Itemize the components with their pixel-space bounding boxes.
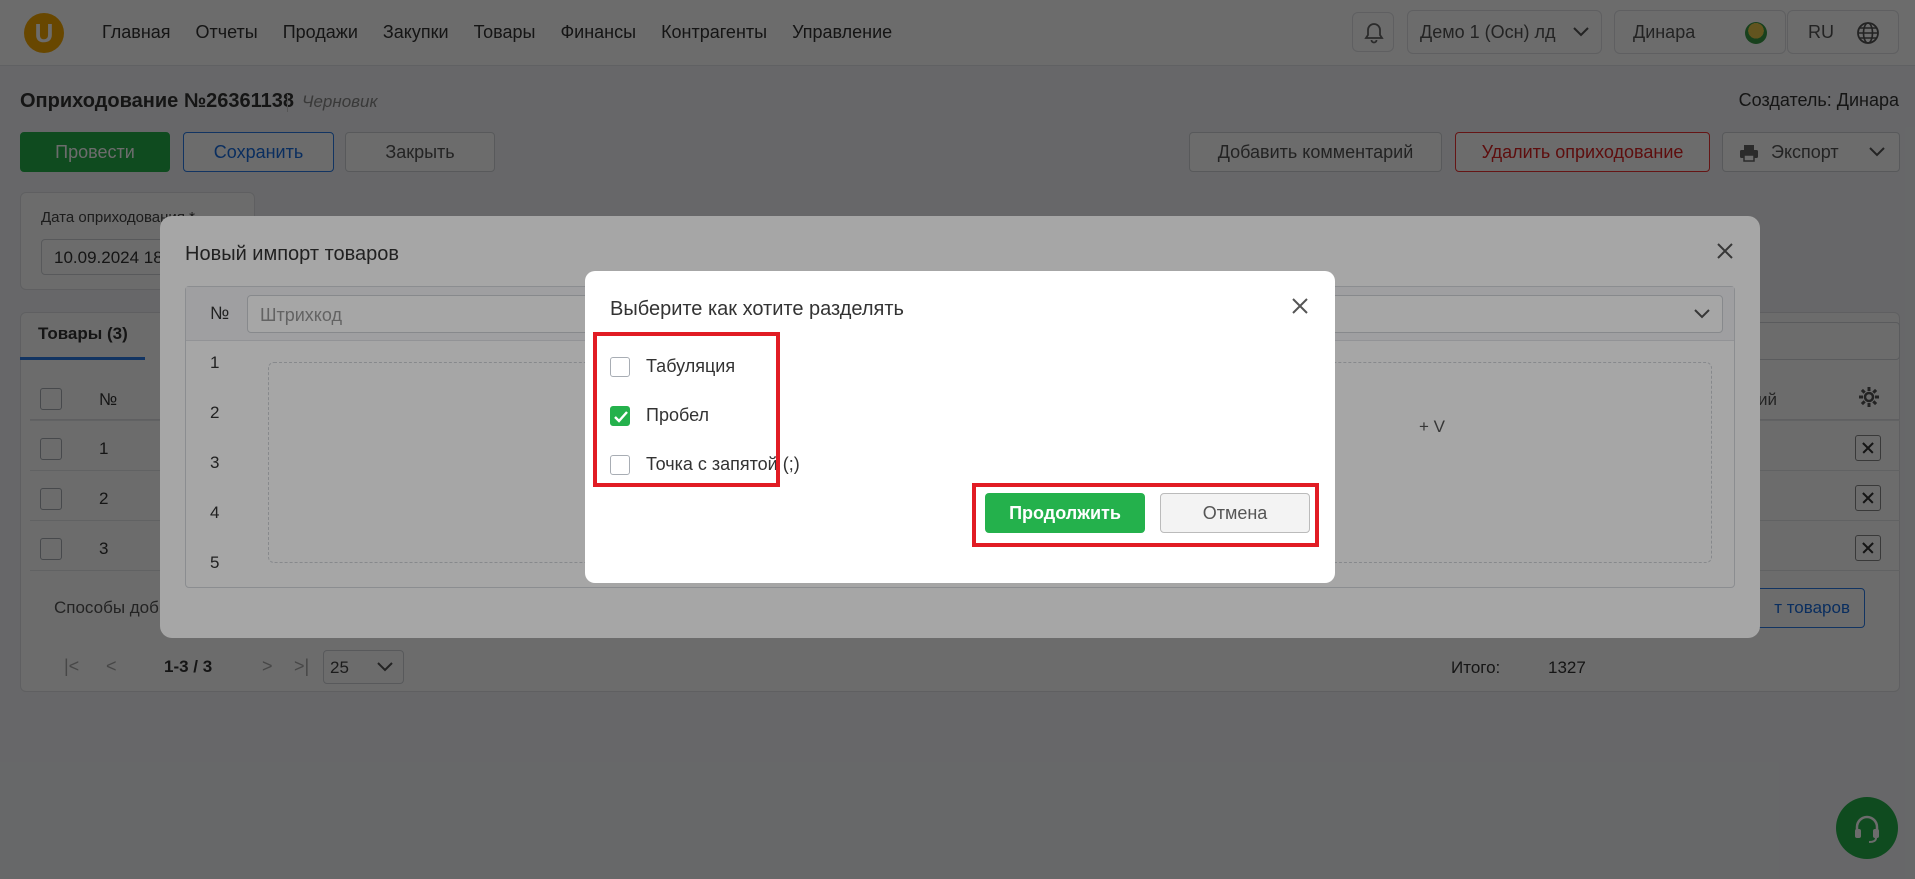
options-highlight bbox=[593, 332, 780, 487]
actions-highlight bbox=[972, 483, 1319, 547]
split-method-dialog: Выберите как хотите разделять Табуляция … bbox=[585, 271, 1335, 583]
close-icon[interactable] bbox=[1291, 297, 1309, 315]
split-dialog-title: Выберите как хотите разделять bbox=[610, 298, 904, 320]
